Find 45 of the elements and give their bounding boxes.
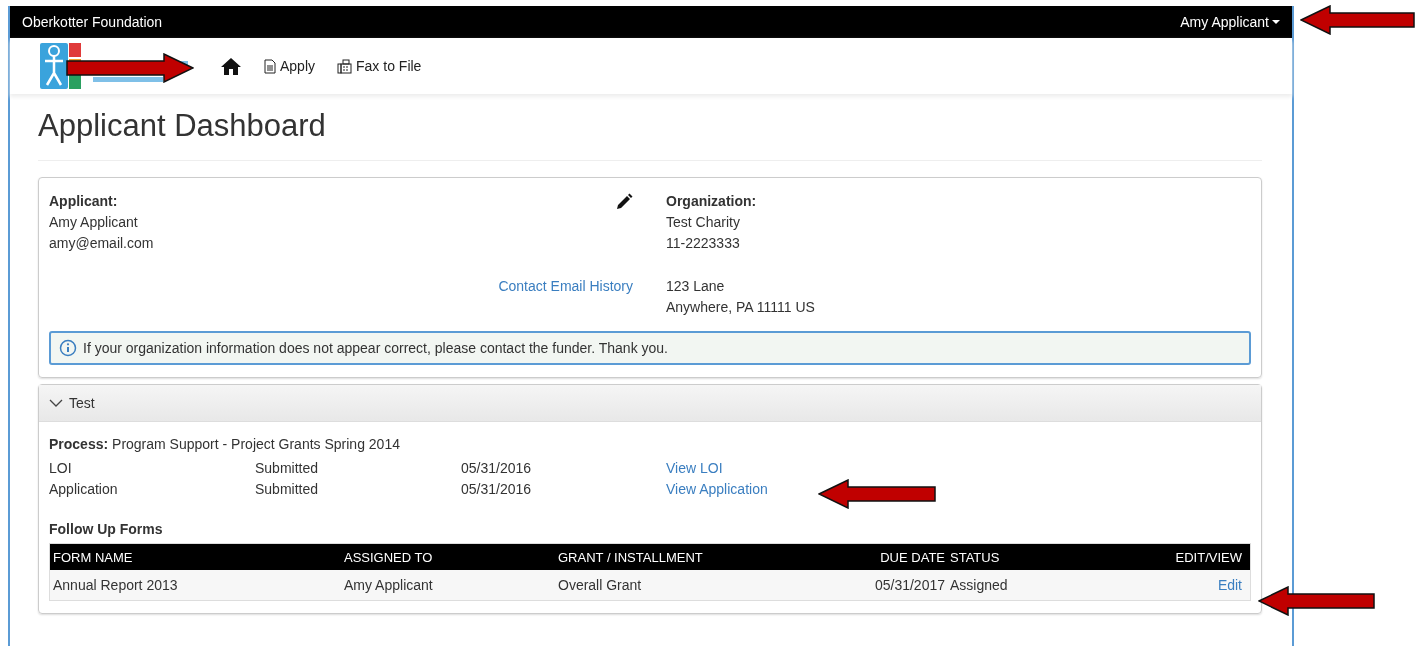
email-history-link[interactable]: Contact Email History: [498, 276, 633, 297]
table-cell-text: Assigned: [950, 577, 1009, 593]
table-cell-text: 05/31/2017: [873, 577, 946, 593]
info-icon: [59, 339, 77, 357]
column-header: EDIT/VIEW: [1174, 549, 1243, 565]
column-header: DUE DATE: [879, 549, 946, 565]
document-icon: [264, 58, 276, 74]
table-cell-text: Annual Report 2013: [53, 577, 179, 593]
section-heading: Follow Up Forms: [49, 521, 164, 537]
brand-name: Oberkotter Foundation: [22, 14, 163, 30]
notice-text: If your organization information does not appear correct, please contact the funder. Thank you.: [83, 340, 668, 356]
step-date: 05/31/2016: [461, 480, 533, 499]
view-link[interactable]: View Application: [666, 481, 768, 497]
step-name: Application: [49, 480, 119, 499]
table-cell-text: Overall Grant: [558, 577, 643, 593]
column-header: STATUS: [950, 549, 1001, 565]
chevron-icon: [49, 399, 63, 407]
step-name: LOI: [49, 459, 73, 478]
view-link[interactable]: View LOI: [666, 460, 723, 476]
step-status: Submitted: [255, 459, 320, 478]
organization-name: Test Charity: [666, 213, 741, 232]
nav-link[interactable]: Fax to File: [337, 58, 422, 74]
address-line: Anywhere, PA 11111 US: [666, 298, 816, 317]
page-title: Applicant Dashboard: [38, 108, 1262, 161]
step-date: 05/31/2016: [461, 459, 533, 478]
applicant-email: amy@email.com: [49, 234, 155, 253]
address-line: 123 Lane: [666, 277, 726, 296]
organization-ein: 11-2223333: [666, 234, 741, 253]
nav-link[interactable]: Apply: [264, 58, 316, 74]
table-cell-text: Amy Applicant: [344, 577, 434, 593]
column-header: GRANT / INSTALLMENT: [558, 549, 704, 565]
panel-header[interactable]: Test: [39, 385, 1261, 422]
column-header: ASSIGNED TO: [344, 549, 434, 565]
caret-icon: [1272, 19, 1280, 25]
column-header: FORM NAME: [53, 549, 134, 565]
user-menu[interactable]: Amy Applicant: [1180, 14, 1280, 30]
fax-icon: [337, 58, 353, 74]
field-label: Applicant:: [49, 192, 118, 211]
applicant-name: Amy Applicant: [49, 213, 139, 232]
field-label: Organization:: [666, 192, 758, 211]
pencil-icon[interactable]: [615, 192, 633, 211]
step-status: Submitted: [255, 480, 320, 499]
edit-link[interactable]: Edit: [1217, 577, 1242, 593]
process-line: Process: Program Support - Project Grants Spring 2014: [49, 435, 401, 454]
home-icon[interactable]: [220, 56, 242, 76]
